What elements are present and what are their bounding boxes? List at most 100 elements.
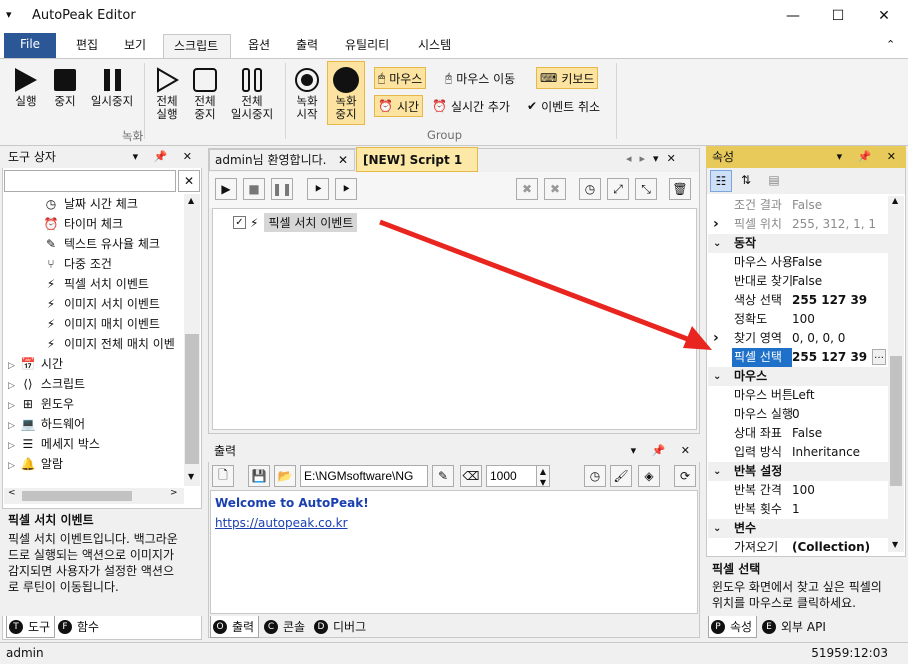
property-row[interactable]: 픽셀 선택 255 127 39…: [708, 348, 888, 367]
toolbox-item[interactable]: ▷ 🔔 알람: [8, 454, 63, 474]
property-row[interactable]: 조건 결과 False: [708, 196, 888, 215]
trash-icon[interactable]: 🗑: [669, 178, 691, 200]
realtime-add-toggle[interactable]: ⏰ 실시간 추가: [429, 95, 513, 117]
script-canvas[interactable]: ✓ ⚡ 픽셀 서치 이벤트: [212, 208, 697, 430]
toolbox-item[interactable]: ⏰ 타이머 체크: [42, 214, 124, 234]
panel-controls-icon[interactable]: ▾ 📌 ✕: [133, 146, 198, 168]
delete-all-icon[interactable]: ✖: [544, 178, 566, 200]
property-category[interactable]: ⌄ 반복 설정: [708, 462, 888, 481]
script-node[interactable]: ✓ ⚡ 픽셀 서치 이벤트: [233, 213, 358, 232]
close-tab-icon[interactable]: ✕: [338, 150, 348, 170]
property-row[interactable]: 상대 좌표 False: [708, 424, 888, 443]
tab-edit[interactable]: 편집: [66, 34, 108, 58]
brush-icon[interactable]: 🖌: [610, 465, 632, 487]
property-value[interactable]: 255 127 39: [792, 348, 867, 367]
expand-chevron-icon[interactable]: ▷: [8, 381, 15, 391]
property-value[interactable]: False: [792, 253, 822, 272]
categorized-icon[interactable]: ☷: [710, 170, 732, 192]
property-value[interactable]: False: [792, 272, 822, 291]
tab-tool[interactable]: T 도구: [6, 616, 56, 638]
tab-script[interactable]: 스크립트: [163, 34, 231, 58]
save-icon[interactable]: 💾: [248, 465, 270, 487]
tab-output-log[interactable]: O 출력: [210, 616, 260, 638]
run-from-icon[interactable]: ⯈: [307, 178, 329, 200]
clean-icon[interactable]: ✎: [432, 465, 454, 487]
pause-script-icon[interactable]: ❚❚: [271, 178, 293, 200]
tab-nav-icons[interactable]: ◂▸▾✕: [626, 152, 684, 165]
minimize-button[interactable]: —: [770, 0, 816, 32]
run-all-button[interactable]: 전체 실행: [150, 65, 184, 121]
toolbox-item[interactable]: ⚡ 픽셀 서치 이벤트: [42, 274, 149, 294]
expand-chevron-icon[interactable]: ▷: [8, 421, 15, 431]
property-value[interactable]: 0, 0, 0, 0: [792, 329, 845, 348]
time-toggle[interactable]: ⏰ 시간: [374, 95, 424, 117]
property-row[interactable]: 마우스 사용 False: [708, 253, 888, 272]
stop-all-button[interactable]: 전체 중지: [188, 65, 222, 121]
property-pages-icon[interactable]: ▤: [763, 170, 785, 192]
fill-icon[interactable]: ◈: [638, 465, 660, 487]
collapse-chevron-icon[interactable]: ⌄: [713, 519, 721, 538]
toolbox-item[interactable]: ▷ ⊞ 윈도우: [8, 394, 74, 414]
expand-chevron-icon[interactable]: ›: [713, 329, 719, 348]
property-category[interactable]: ⌄ 변수: [708, 519, 888, 538]
tab-view[interactable]: 보기: [114, 34, 156, 58]
collapse-chevron-icon[interactable]: ⌄: [713, 462, 721, 481]
record-start-button[interactable]: 녹화 시작: [290, 65, 324, 121]
property-row[interactable]: 반복 간격 100: [708, 481, 888, 500]
tab-properties[interactable]: P 속성: [708, 616, 758, 638]
mouse-toggle[interactable]: 🖱 마우스: [374, 67, 427, 89]
tab-output[interactable]: 출력: [286, 34, 328, 58]
toolbox-item[interactable]: ◷ 날짜 시간 체크: [42, 194, 138, 214]
property-value[interactable]: Inheritance: [792, 443, 860, 462]
property-value[interactable]: False: [792, 196, 822, 215]
property-value[interactable]: (Collection): [792, 538, 870, 557]
tab-options[interactable]: 옵션: [238, 34, 280, 58]
new-log-icon[interactable]: 🗋: [212, 465, 234, 487]
property-row[interactable]: 반복 횟수 1: [708, 500, 888, 519]
property-value[interactable]: 255 127 39: [792, 291, 867, 310]
file-menu[interactable]: File: [4, 33, 56, 58]
property-value[interactable]: 100: [792, 310, 815, 329]
toolbox-item[interactable]: ▷ 📅 시간: [8, 354, 63, 374]
property-row[interactable]: 입력 방식 Inheritance: [708, 443, 888, 462]
tab-welcome[interactable]: admin님 환영합니다. ✕: [209, 149, 355, 171]
mouse-move-toggle[interactable]: 🖰 마우스 이동: [442, 67, 518, 89]
property-row[interactable]: › 찾기 영역 0, 0, 0, 0: [708, 329, 888, 348]
property-value[interactable]: 0: [792, 405, 800, 424]
run-button[interactable]: 실행: [10, 65, 42, 108]
tab-script-1[interactable]: [NEW] Script 1: [356, 147, 478, 172]
property-row[interactable]: 가져오기 (Collection): [708, 538, 888, 557]
event-cancel-toggle[interactable]: ✔ 이벤트 취소: [524, 95, 603, 117]
collapse-ribbon-icon[interactable]: ⌃: [876, 34, 905, 58]
maximize-button[interactable]: ☐: [815, 0, 861, 32]
system-menu-icon[interactable]: ▾: [6, 8, 12, 21]
tab-system[interactable]: 시스템: [408, 34, 461, 58]
expand-chevron-icon[interactable]: ▷: [8, 361, 15, 371]
property-value[interactable]: 255, 312, 1, 1: [792, 215, 876, 234]
count-spinner[interactable]: ▲ ▼: [536, 465, 550, 487]
toolbox-hscroll[interactable]: < >: [4, 488, 184, 504]
record-stop-button[interactable]: 녹화 중지: [327, 61, 365, 125]
collapse-icon[interactable]: ⤡: [635, 178, 657, 200]
tab-debug[interactable]: D 디버그: [312, 616, 370, 638]
close-button[interactable]: ✕: [861, 0, 907, 32]
pause-button[interactable]: 일시중지: [86, 65, 138, 108]
tab-console[interactable]: C 콘솔: [262, 616, 309, 638]
pick-pixel-button[interactable]: …: [872, 349, 886, 365]
property-category[interactable]: ⌄ 마우스: [708, 367, 888, 386]
property-row[interactable]: 마우스 실행 0: [708, 405, 888, 424]
clear-search-icon[interactable]: ✕: [178, 170, 200, 192]
delete-icon[interactable]: ✖: [516, 178, 538, 200]
tab-external-api[interactable]: E 외부 API: [760, 616, 830, 638]
toolbox-vscroll[interactable]: ▲ ▼: [184, 194, 200, 486]
expand-chevron-icon[interactable]: ›: [713, 215, 719, 234]
log-path-input[interactable]: [300, 465, 428, 487]
property-row[interactable]: 정확도 100: [708, 310, 888, 329]
toolbox-item[interactable]: ⚡ 이미지 전체 매치 이벤: [42, 334, 175, 354]
clock-icon[interactable]: ◷: [584, 465, 606, 487]
toolbox-search-input[interactable]: [4, 170, 176, 192]
collapse-chevron-icon[interactable]: ⌄: [713, 367, 721, 386]
property-value[interactable]: False: [792, 424, 822, 443]
toolbox-item[interactable]: ▷ ⟨⟩ 스크립트: [8, 374, 85, 394]
toolbox-item[interactable]: ▷ ☰ 메세지 박스: [8, 434, 100, 454]
